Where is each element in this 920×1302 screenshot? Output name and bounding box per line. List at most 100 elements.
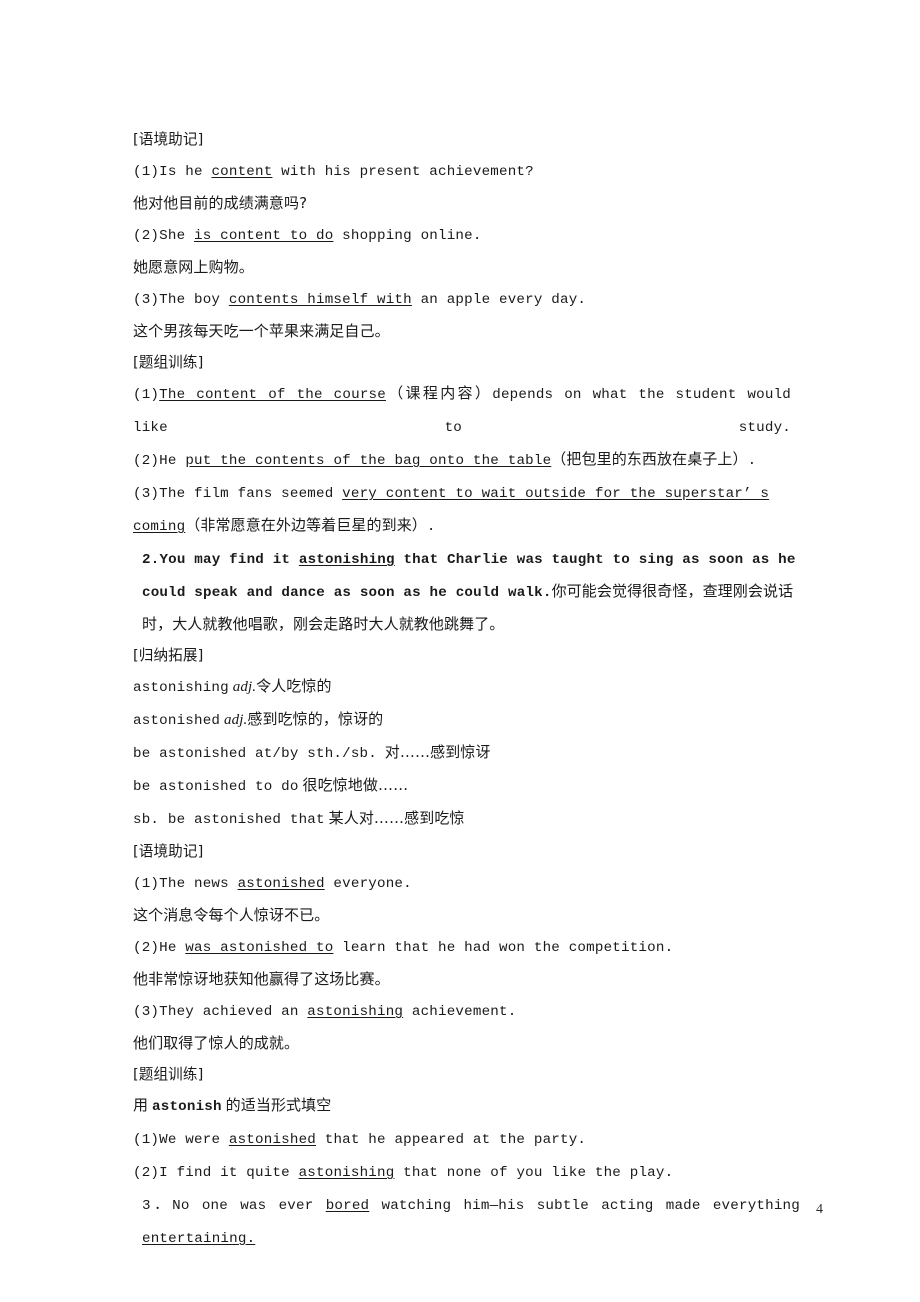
gloss-3-term: be astonished at/by sth./sb.: [133, 746, 377, 762]
item-3-text-part-3: .: [246, 1231, 256, 1247]
exercise-4-answer: astonished: [228, 1132, 317, 1148]
gloss-4-term: be astonished to do: [133, 779, 299, 795]
example-1-keyword: content: [211, 164, 273, 180]
section-heading-context-2: [语境助记]: [133, 836, 791, 867]
example-sentence-4: (1)The news astonished everyone.: [133, 867, 791, 900]
exercise-1-answer: The content of the course: [159, 387, 386, 403]
gloss-1-meaning: 令人吃惊的: [256, 677, 332, 695]
translation-1: 他对他目前的成绩满意吗?: [133, 188, 791, 219]
instruction-word: astonish: [152, 1099, 222, 1115]
section-heading-text: [题组训练]: [133, 1066, 204, 1083]
example-6-keyword: astonishing: [307, 1004, 404, 1020]
gloss-entry-1: astonishing adj.令人吃惊的: [133, 671, 791, 704]
gloss-2-pos: adj.: [224, 712, 248, 728]
exercise-4-number: (1): [133, 1132, 160, 1148]
page-content: [语境助记] (1)Is he content with his present…: [133, 124, 800, 1255]
exercise-item-3: (3)The film fans seemed very content to …: [133, 477, 791, 543]
exercise-instruction: 用 astonish 的适当形式填空: [133, 1090, 791, 1123]
exercise-5-answer: astonishing: [298, 1165, 395, 1181]
exercise-3-lead: The film fans seemed: [159, 486, 343, 502]
gloss-entry-2: astonished adj.感到吃惊的，惊讶的: [133, 704, 791, 737]
gloss-1-pos: adj.: [232, 679, 257, 695]
example-2-prefix: (2)She: [133, 228, 194, 244]
exercise-3-gloss: （非常愿意在外边等着巨星的到来）: [185, 516, 427, 534]
gloss-2-meaning: 感到吃惊的，惊讶的: [247, 710, 384, 728]
translation-3: 这个男孩每天吃一个苹果来满足自己。: [133, 316, 791, 347]
numbered-item-3: 3．No one was ever bored watching him—his…: [133, 1189, 800, 1255]
gloss-2-term: astonished: [133, 713, 221, 729]
gloss-4-meaning: 很吃惊地做……: [302, 776, 409, 794]
translation-2-text: 她愿意网上购物。: [133, 258, 254, 276]
exercise-4-lead: We were: [159, 1132, 229, 1148]
gloss-5-meaning: 某人对……感到吃惊: [328, 809, 465, 827]
example-sentence-1: (1)Is he content with his present achiev…: [133, 155, 791, 188]
instruction-prefix: 用: [133, 1096, 149, 1114]
exercise-2-number: (2): [133, 453, 160, 469]
example-6-prefix: (3)They achieved an: [133, 1004, 308, 1020]
exercise-2-lead: He: [159, 453, 186, 469]
section-heading-text: [语境助记]: [133, 131, 204, 148]
item-3-number: 3．: [142, 1198, 173, 1214]
gloss-entry-5: sb. be astonished that 某人对……感到吃惊: [133, 803, 791, 836]
document-page: [语境助记] (1)Is he content with his present…: [0, 0, 920, 1302]
example-sentence-5: (2)He was astonished to learn that he ha…: [133, 931, 791, 964]
gloss-5-term: sb. be astonished that: [133, 812, 325, 828]
exercise-item-2: (2)He put the contents of the bag onto t…: [133, 444, 791, 477]
translation-3-text: 这个男孩每天吃一个苹果来满足自己。: [133, 322, 390, 340]
page-number: 4: [816, 1202, 823, 1217]
section-heading-exercises-2: [题组训练]: [133, 1059, 791, 1090]
translation-4: 这个消息令每个人惊讶不已。: [133, 900, 791, 931]
exercise-5-lead: I find it quite: [159, 1165, 299, 1181]
exercise-4-rest: that he appeared at the party.: [316, 1132, 587, 1148]
exercise-3-rest: .: [426, 519, 436, 535]
example-3-prefix: (3)The boy: [133, 292, 229, 308]
instruction-suffix: 的适当形式填空: [225, 1096, 332, 1114]
translation-2: 她愿意网上购物。: [133, 252, 791, 283]
exercise-item-4: (1)We were astonished that he appeared a…: [133, 1123, 791, 1156]
translation-1-text: 他对他目前的成绩满意吗?: [133, 194, 308, 212]
numbered-item-2: 2.You may find it astonishing that Charl…: [133, 543, 800, 640]
example-sentence-2: (2)She is content to do shopping online.: [133, 219, 791, 252]
example-3-keyword: contents himself with: [228, 292, 412, 308]
item-3-keyword-2: entertaining: [142, 1231, 247, 1247]
example-3-suffix: an apple every day.: [411, 292, 587, 308]
translation-5-text: 他非常惊讶地获知他赢得了这场比赛。: [133, 970, 390, 988]
translation-4-text: 这个消息令每个人惊讶不已。: [133, 906, 330, 924]
item-3-keyword-1: bored: [325, 1198, 370, 1214]
gloss-1-term: astonishing: [133, 680, 229, 696]
section-heading-summary: [归纳拓展]: [133, 640, 791, 671]
item-3-text-part-1: No one was ever: [172, 1198, 326, 1214]
section-heading-text: [语境助记]: [133, 843, 204, 860]
exercise-2-answer: put the contents of the bag onto the tab…: [185, 453, 552, 469]
exercise-5-rest: that none of you like the play.: [394, 1165, 674, 1181]
exercise-1-gloss: （课程内容）: [385, 384, 493, 402]
gloss-3-meaning: 对……感到惊讶: [384, 743, 491, 761]
example-2-suffix: shopping online.: [333, 228, 482, 244]
gloss-entry-3: be astonished at/by sth./sb. 对……感到惊讶: [133, 737, 791, 770]
gloss-entry-4: be astonished to do 很吃惊地做……: [133, 770, 791, 803]
item-2-text-part-1: You may find it: [159, 552, 299, 568]
translation-6: 他们取得了惊人的成就。: [133, 1028, 791, 1059]
item-2-keyword: astonishing: [298, 552, 395, 568]
example-5-prefix: (2)He: [133, 940, 186, 956]
example-4-prefix: (1)The news: [133, 876, 238, 892]
item-3-text-part-2: watching him—his subtle acting made ever…: [369, 1198, 800, 1214]
example-sentence-6: (3)They achieved an astonishing achievem…: [133, 995, 791, 1028]
example-1-prefix: (1)Is he: [133, 164, 212, 180]
example-6-suffix: achievement.: [403, 1004, 517, 1020]
exercise-1-number: (1): [133, 387, 160, 403]
exercise-5-number: (2): [133, 1165, 160, 1181]
example-4-keyword: astonished: [237, 876, 325, 892]
section-heading-text: [归纳拓展]: [133, 647, 204, 664]
exercise-item-5: (2)I find it quite astonishing that none…: [133, 1156, 791, 1189]
section-heading-text: [题组训练]: [133, 354, 204, 371]
translation-5: 他非常惊讶地获知他赢得了这场比赛。: [133, 964, 791, 995]
exercise-3-number: (3): [133, 486, 160, 502]
exercise-2-rest: .: [747, 453, 757, 469]
example-5-keyword: was astonished to: [185, 940, 334, 956]
item-2-number: 2.: [142, 552, 160, 568]
example-4-suffix: everyone.: [324, 876, 412, 892]
section-heading-exercises-1: [题组训练]: [133, 347, 791, 378]
example-5-suffix: learn that he had won the competition.: [333, 940, 674, 956]
exercise-2-gloss: （把包里的东西放在桌子上）: [551, 450, 748, 468]
